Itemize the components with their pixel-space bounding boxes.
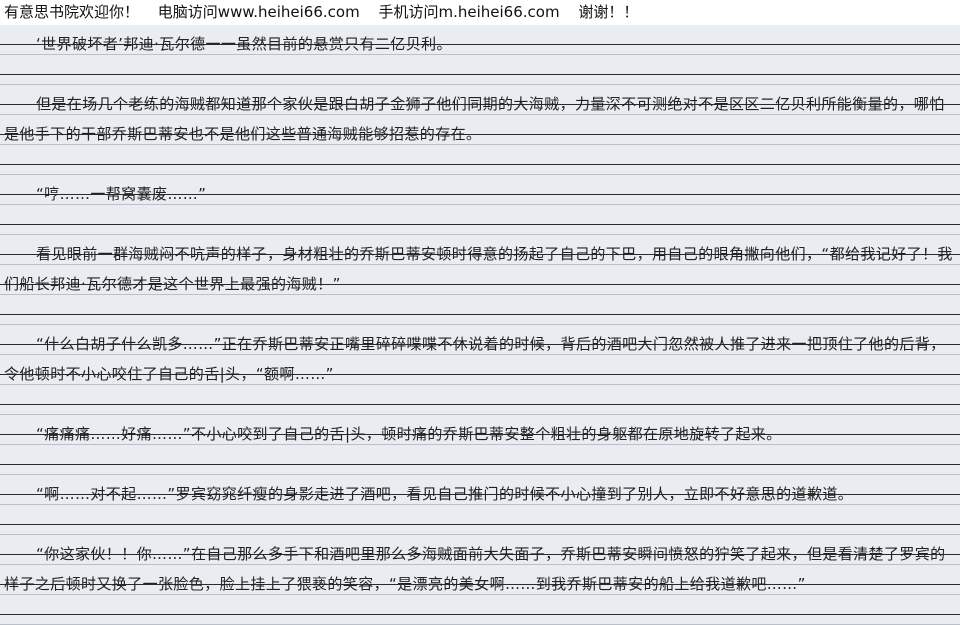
mobile-access-link[interactable]: 手机访问m.heihei66.com (378, 3, 559, 21)
paragraph-3: “哼……一帮窝囊废……” (36, 185, 207, 203)
site-banner: 有意思书院欢迎你！ 电脑访问www.heihei66.com 手机访问m.hei… (0, 0, 960, 25)
thanks-text: 谢谢！！ (578, 3, 639, 21)
chapter-body: ‘世界破坏者’邦迪·瓦尔德一一虽然目前的悬赏只有二亿贝利。 但是在场几个老练的海… (4, 29, 956, 625)
paragraph-1: ‘世界破坏者’邦迪·瓦尔德一一虽然目前的悬赏只有二亿贝利。 (36, 35, 452, 53)
ruled-page: ‘世界破坏者’邦迪·瓦尔德一一虽然目前的悬赏只有二亿贝利。 但是在场几个老练的海… (0, 25, 960, 625)
paragraph-5: “什么白胡子什么凯多……”正在乔斯巴蒂安正嘴里碎碎喋喋不休说着的时候，背后的酒吧… (4, 335, 946, 383)
paragraph-2: 但是在场几个老练的海贼都知道那个家伙是跟白胡子金狮子他们同期的大海贼，力量深不可… (4, 95, 945, 143)
paragraph-8: “你这家伙！！你……”在自己那么多手下和酒吧里那么多海贼面前大失面子，乔斯巴蒂安… (4, 545, 946, 593)
paragraph-7: “啊……对不起……”罗宾窈窕纤瘦的身影走进了酒吧，看见自己推门的时候不小心撞到了… (36, 485, 854, 503)
paragraph-6: “痛痛痛……好痛……”不小心咬到了自己的舌|头，顿时痛的乔斯巴蒂安整个粗壮的身躯… (36, 425, 782, 443)
paragraph-4: 看见眼前一群海贼闷不吭声的样子，身材粗壮的乔斯巴蒂安顿时得意的扬起了自己的下巴，… (4, 245, 953, 293)
pc-access-link[interactable]: 电脑访问www.heihei66.com (158, 3, 360, 21)
welcome-text: 有意思书院欢迎你！ (4, 3, 140, 21)
